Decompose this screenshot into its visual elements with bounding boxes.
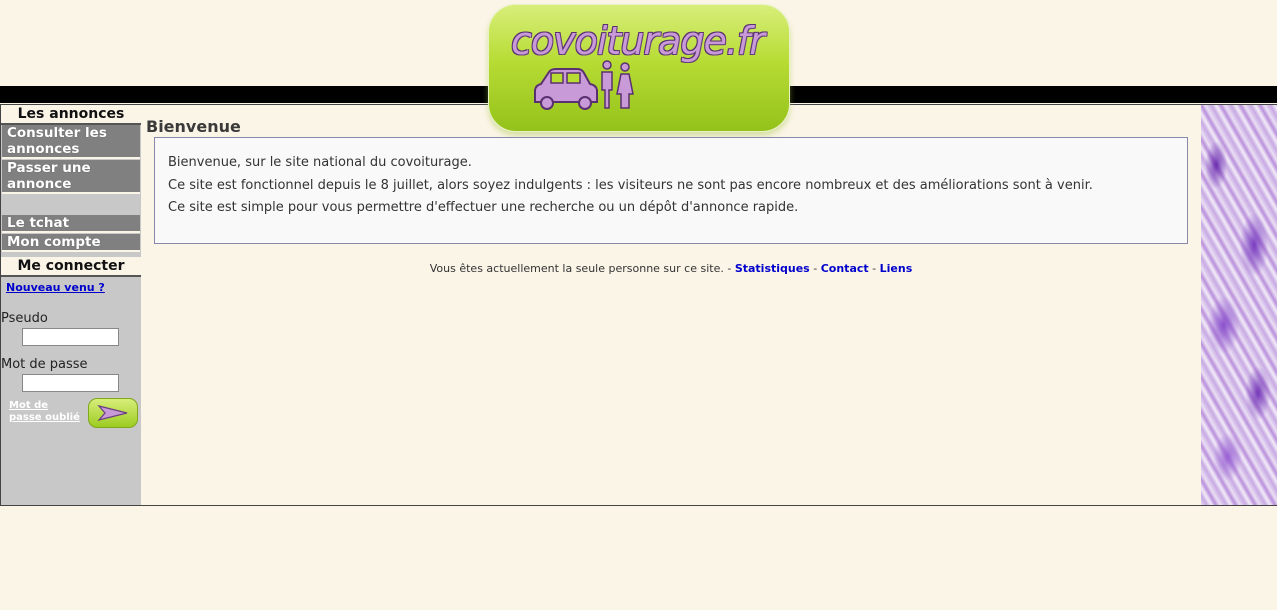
footer-visitors-text: Vous êtes actuellement la seule personne… <box>429 262 732 275</box>
password-label: Mot de passe <box>1 357 88 372</box>
sidebar-item-browse-ads[interactable]: Consulter les annonces <box>2 125 140 159</box>
decorative-texture <box>1201 105 1277 505</box>
welcome-paragraph: Bienvenue, sur le site national du covoi… <box>168 155 472 170</box>
footer-link-statistics[interactable]: Statistiques <box>735 262 810 275</box>
login-submit-button[interactable] <box>88 398 138 428</box>
welcome-paragraph: Ce site est simple pour vous permettre d… <box>168 200 799 215</box>
forgot-password-link[interactable]: Mot de passe oublié <box>9 400 84 424</box>
sidebar-item-chat[interactable]: Le tchat <box>2 215 140 233</box>
footer-link-links[interactable]: Liens <box>880 262 913 275</box>
sidebar-heading-login: Me connecter <box>1 257 141 277</box>
footer: Vous êtes actuellement la seule personne… <box>154 262 1188 275</box>
sidebar-heading-ads: Les annonces <box>1 105 141 125</box>
sidebar: Les annonces Consulter les annonces Pass… <box>1 105 141 505</box>
newcomer-link[interactable]: Nouveau venu ? <box>6 281 105 294</box>
car-people-icon <box>534 60 634 110</box>
password-input[interactable] <box>22 374 119 392</box>
pseudo-input[interactable] <box>22 328 119 346</box>
page-title: Bienvenue <box>146 117 241 136</box>
site-logo[interactable]: covoiturage.fr <box>488 4 790 132</box>
welcome-paragraph: Ce site est fonctionnel depuis le 8 juil… <box>168 177 1093 193</box>
pseudo-label: Pseudo <box>1 311 48 326</box>
welcome-box: Bienvenue, sur le site national du covoi… <box>154 137 1188 244</box>
arrow-right-icon <box>97 404 128 422</box>
logo-text: covoiturage.fr <box>511 19 765 63</box>
sidebar-item-account[interactable]: Mon compte <box>2 234 140 252</box>
footer-separator: - <box>872 262 877 275</box>
sidebar-item-post-ad[interactable]: Passer une annonce <box>2 160 140 194</box>
footer-separator: - <box>813 262 818 275</box>
footer-link-contact[interactable]: Contact <box>821 262 869 275</box>
